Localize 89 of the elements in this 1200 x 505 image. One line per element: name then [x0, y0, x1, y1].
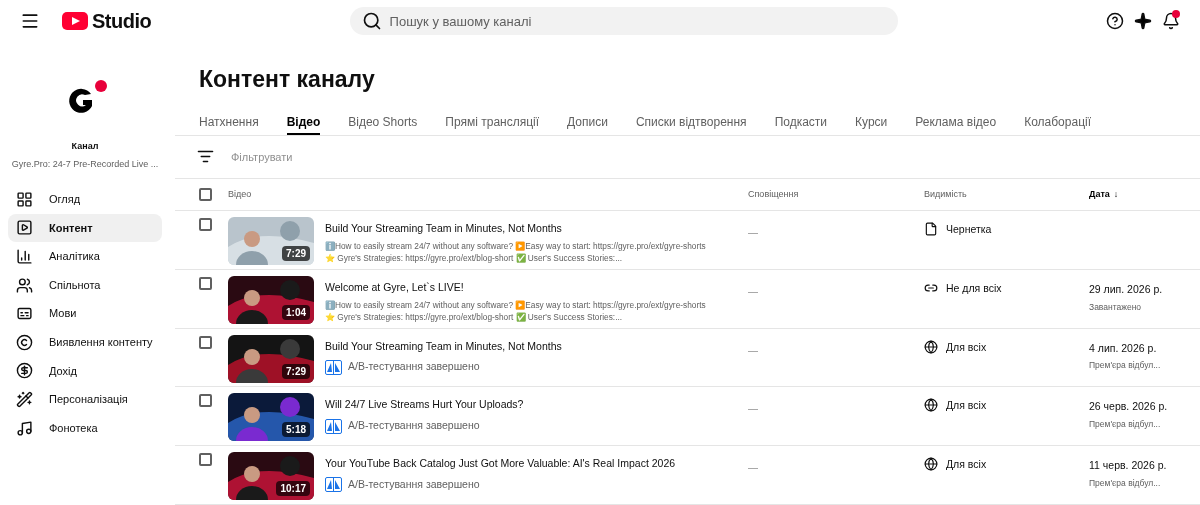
tab[interactable]: Дописи: [567, 108, 608, 135]
dollar-icon: [16, 362, 33, 380]
channel-name: Gyre.Pro: 24-7 Pre-Recorded Live ...: [10, 157, 160, 171]
help-icon[interactable]: [1106, 12, 1124, 30]
visibility-label[interactable]: Для всіх: [946, 339, 987, 356]
row-checkbox[interactable]: [199, 394, 212, 408]
row-checkbox[interactable]: [199, 276, 212, 290]
video-description: ⭐ Gyre's Strategies: https://gyre.pro/ext/blog-short ✅ User's Success Stories:...: [325, 251, 624, 264]
video-title[interactable]: Build Your Streaming Team in Minutes, Not Months: [325, 338, 562, 355]
video-description: ℹHow to easily stream 24/7 without any software? ▶Easy way to start: https://gyre.pro/ext/gyre-shorts: [325, 239, 706, 252]
logo-icon: [62, 12, 88, 30]
search-icon: [361, 11, 382, 31]
notifications-value: —: [748, 402, 759, 417]
ab-test-icon: [325, 359, 342, 375]
sidebar-item[interactable]: Мови: [8, 299, 162, 328]
ab-test-icon: [325, 477, 342, 493]
duration-badge: 5:18: [282, 422, 310, 438]
row-checkbox[interactable]: [199, 218, 212, 232]
sidebar-item[interactable]: Фонотека: [8, 413, 162, 443]
music-icon: [16, 419, 33, 437]
tab[interactable]: Реклама відео: [915, 108, 997, 135]
logo-text: Studio: [92, 9, 152, 34]
video-library-icon: [16, 219, 33, 237]
tab[interactable]: Натхнення: [199, 108, 259, 135]
date-text: 29 лип. 2026 р.: [1089, 281, 1163, 297]
ab-test-status: A/B-тестування завершено: [348, 418, 480, 434]
video-title[interactable]: Welcome at Gyre, Let`s LIVE!: [325, 279, 706, 296]
notifications-value: —: [748, 284, 759, 299]
globe-icon: [924, 398, 938, 413]
sidebar-item[interactable]: Персоналізація: [8, 385, 162, 414]
copyright-icon: [16, 333, 33, 351]
magic-wand-icon: [16, 390, 33, 408]
video-description: ⭐ Gyre's Strategies: https://gyre.pro/ext/blog-short ✅ User's Success Stories:...: [325, 310, 624, 323]
date-text: 11 черв. 2026 р.: [1089, 458, 1167, 474]
date-note: Прем'єра відбул...: [1089, 418, 1162, 431]
document-icon: [924, 222, 938, 237]
ab-test-status: A/B-тестування завершено: [348, 476, 480, 492]
date-text: 4 лип. 2026 р.: [1089, 340, 1158, 356]
video-description: ℹHow to easily stream 24/7 without any software? ▶Easy way to start: https://gyre.pro/ext/gyre-shorts: [325, 298, 706, 311]
column-header: Відео: [228, 187, 253, 201]
sidebar-item[interactable]: Виявлення контенту: [8, 327, 162, 357]
column-header: Видимість: [924, 187, 968, 201]
sidebar-item[interactable]: Контент: [8, 213, 162, 243]
people-icon: [16, 276, 33, 294]
sidebar-item[interactable]: Огляд: [8, 185, 162, 214]
duration-badge: 10:17: [276, 481, 310, 497]
row-checkbox[interactable]: [199, 453, 212, 467]
visibility-label[interactable]: Для всіх: [946, 398, 987, 415]
tab[interactable]: Курси: [855, 108, 888, 135]
channel-label: Канал: [70, 140, 100, 153]
tab[interactable]: Відео Shorts: [348, 108, 418, 135]
column-header: Сповіщення: [748, 187, 800, 201]
row-checkbox[interactable]: [199, 335, 212, 349]
chart-icon: [16, 248, 33, 265]
dashboard-icon: [16, 190, 33, 208]
tab[interactable]: Відео: [286, 108, 321, 135]
date-text: 26 черв. 2026 р.: [1089, 399, 1168, 415]
duration-badge: 7:29: [282, 246, 310, 262]
filter-field[interactable]: Фільтрувати: [231, 148, 373, 166]
video-title[interactable]: Will 24/7 Live Streams Hurt Your Uploads?: [325, 397, 524, 414]
notifications-value: —: [748, 343, 759, 358]
select-all-checkbox[interactable]: [199, 188, 212, 201]
sidebar-item[interactable]: Спільнота: [8, 270, 162, 300]
ab-test-status: A/B-тестування завершено: [348, 359, 480, 375]
visibility-label[interactable]: Чернетка: [946, 222, 992, 238]
ab-test-icon: [325, 418, 342, 434]
menu-icon[interactable]: [20, 11, 40, 31]
date-note: Завантажено: [1089, 300, 1143, 314]
tab[interactable]: Списки відтворення: [635, 108, 747, 135]
video-title[interactable]: Build Your Streaming Team in Minutes, Not Months: [325, 221, 706, 237]
date-note: Прем'єра відбул...: [1089, 476, 1162, 490]
globe-icon: [924, 339, 938, 354]
notifications-value: —: [748, 226, 759, 241]
visibility-label[interactable]: Для всіх: [946, 457, 987, 473]
sidebar-item[interactable]: Аналітика: [8, 242, 162, 271]
date-note: Прем'єра відбул...: [1089, 359, 1161, 373]
video-title[interactable]: Your YouTube Back Catalog Just Got More Valuable: AI's Real Impact 2026: [325, 456, 676, 472]
search-field[interactable]: Пошук у вашому каналі: [349, 7, 898, 35]
tab[interactable]: Подкасти: [774, 108, 828, 135]
date-sort-header[interactable]: Дата ↓: [1089, 187, 1119, 202]
tab[interactable]: Колаборації: [1024, 108, 1091, 135]
page-title: Контент каналу: [199, 65, 376, 94]
sparkle-icon[interactable]: [1134, 12, 1152, 30]
globe-icon: [924, 457, 938, 472]
tab[interactable]: Прямі трансляції: [445, 108, 540, 135]
notifications-value: —: [748, 461, 759, 476]
visibility-label[interactable]: Не для всіх: [946, 280, 1002, 297]
sidebar-item[interactable]: Дохід: [8, 356, 162, 386]
notifications-icon[interactable]: [1162, 12, 1180, 30]
